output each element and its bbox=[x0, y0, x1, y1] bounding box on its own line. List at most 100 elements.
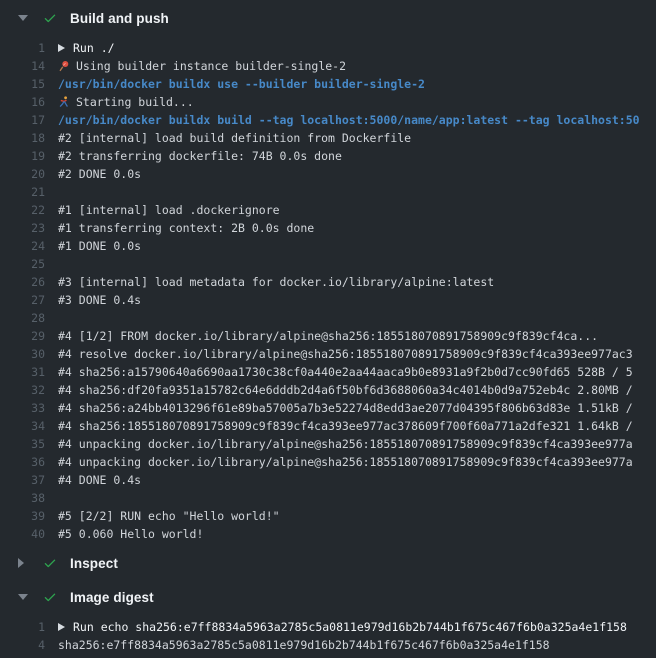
line-number[interactable]: 31 bbox=[0, 365, 45, 379]
line-number[interactable]: 16 bbox=[0, 95, 45, 109]
log-text: sha256:e7ff8834a5963a2785c5a0811e979d16b… bbox=[58, 638, 550, 652]
line-number[interactable]: 27 bbox=[0, 293, 45, 307]
expand-run-icon[interactable] bbox=[58, 623, 65, 631]
log-text: #1 transferring context: 2B 0.0s done bbox=[58, 221, 314, 235]
log-text: Run echo sha256:e7ff8834a5963a2785c5a081… bbox=[73, 620, 627, 634]
log-step: Image digest 1 Run echo sha256:e7ff8834a… bbox=[0, 583, 656, 654]
log-text: #3 [internal] load metadata for docker.i… bbox=[58, 275, 494, 289]
line-number[interactable]: 18 bbox=[0, 131, 45, 145]
step-title: Build and push bbox=[70, 11, 169, 26]
log-line: 33 #4 sha256:a24bb4013296f61e89ba57005a7… bbox=[0, 399, 656, 417]
line-number[interactable]: 35 bbox=[0, 437, 45, 451]
line-number[interactable]: 24 bbox=[0, 239, 45, 253]
line-number[interactable]: 32 bbox=[0, 383, 45, 397]
log-line: 27 #3 DONE 0.4s bbox=[0, 291, 656, 309]
log-text: #4 sha256:185518070891758909c9f839cf4ca3… bbox=[58, 419, 633, 433]
pushpin-icon bbox=[58, 60, 71, 72]
log-line: 23 #1 transferring context: 2B 0.0s done bbox=[0, 219, 656, 237]
log-text: #2 transferring dockerfile: 74B 0.0s don… bbox=[58, 149, 342, 163]
log-line: 16 Starting build... bbox=[0, 93, 656, 111]
line-number[interactable]: 25 bbox=[0, 257, 45, 271]
line-number[interactable]: 20 bbox=[0, 167, 45, 181]
line-number[interactable]: 17 bbox=[0, 113, 45, 127]
log-line: 37 #4 DONE 0.4s bbox=[0, 471, 656, 489]
log-line: 32 #4 sha256:df20fa9351a15782c64e6dddb2d… bbox=[0, 381, 656, 399]
log-line: 35 #4 unpacking docker.io/library/alpine… bbox=[0, 435, 656, 453]
log-line[interactable]: 1 Run echo sha256:e7ff8834a5963a2785c5a0… bbox=[0, 618, 656, 636]
log-text: #4 sha256:df20fa9351a15782c64e6dddb2d4a6… bbox=[58, 383, 633, 397]
line-number[interactable]: 34 bbox=[0, 419, 45, 433]
log-text: #4 sha256:a15790640a6690aa1730c38cf0a440… bbox=[58, 365, 633, 379]
log-text: #4 DONE 0.4s bbox=[58, 473, 141, 487]
actions-log: Build and push 1 Run ./ 14 Using builder… bbox=[0, 4, 656, 654]
chevron-icon[interactable] bbox=[18, 594, 29, 600]
log-line: 40 #5 0.060 Hello world! bbox=[0, 525, 656, 543]
log-line: 34 #4 sha256:185518070891758909c9f839cf4… bbox=[0, 417, 656, 435]
line-number[interactable]: 39 bbox=[0, 509, 45, 523]
log-text: #1 DONE 0.0s bbox=[58, 239, 141, 253]
log-text: #4 sha256:a24bb4013296f61e89ba57005a7b3e… bbox=[58, 401, 633, 415]
log-text: Run ./ bbox=[73, 41, 115, 55]
line-number[interactable]: 1 bbox=[0, 41, 45, 55]
step-title: Image digest bbox=[70, 590, 154, 605]
log-line: 39 #5 [2/2] RUN echo "Hello world!" bbox=[0, 507, 656, 525]
log-line: 28 bbox=[0, 309, 656, 327]
line-number[interactable]: 40 bbox=[0, 527, 45, 541]
log-text: #3 DONE 0.4s bbox=[58, 293, 141, 307]
log-line: 15 /usr/bin/docker buildx use --builder … bbox=[0, 75, 656, 93]
step-header[interactable]: Build and push bbox=[0, 4, 656, 32]
line-number[interactable]: 26 bbox=[0, 275, 45, 289]
log-line: 14 Using builder instance builder-single… bbox=[0, 57, 656, 75]
log-step: Inspect bbox=[0, 549, 656, 577]
line-number[interactable]: 19 bbox=[0, 149, 45, 163]
log-text: /usr/bin/docker buildx build --tag local… bbox=[58, 113, 640, 127]
log-line: 38 bbox=[0, 489, 656, 507]
log-text: #4 unpacking docker.io/library/alpine@sh… bbox=[58, 455, 633, 469]
line-number[interactable]: 33 bbox=[0, 401, 45, 415]
step-log-lines: 1 Run ./ 14 Using builder instance build… bbox=[0, 39, 656, 543]
expand-run-icon[interactable] bbox=[58, 44, 65, 52]
line-number[interactable]: 23 bbox=[0, 221, 45, 235]
success-check-icon bbox=[43, 556, 57, 570]
success-check-icon bbox=[43, 590, 57, 604]
step-header[interactable]: Image digest bbox=[0, 583, 656, 611]
chevron-icon[interactable] bbox=[18, 558, 29, 568]
log-line: 25 bbox=[0, 255, 656, 273]
log-text: Starting build... bbox=[76, 95, 194, 109]
line-number[interactable]: 22 bbox=[0, 203, 45, 217]
line-number[interactable]: 28 bbox=[0, 311, 45, 325]
line-number[interactable]: 36 bbox=[0, 455, 45, 469]
log-text: #5 0.060 Hello world! bbox=[58, 527, 203, 541]
log-text: #2 DONE 0.0s bbox=[58, 167, 141, 181]
log-line: 4 sha256:e7ff8834a5963a2785c5a0811e979d1… bbox=[0, 636, 656, 654]
log-line: 36 #4 unpacking docker.io/library/alpine… bbox=[0, 453, 656, 471]
log-step: Build and push 1 Run ./ 14 Using builder… bbox=[0, 4, 656, 543]
log-line: 24 #1 DONE 0.0s bbox=[0, 237, 656, 255]
log-text: #2 [internal] load build definition from… bbox=[58, 131, 411, 145]
line-number[interactable]: 15 bbox=[0, 77, 45, 91]
step-header[interactable]: Inspect bbox=[0, 549, 656, 577]
log-text: #4 [1/2] FROM docker.io/library/alpine@s… bbox=[58, 329, 598, 343]
line-number[interactable]: 14 bbox=[0, 59, 45, 73]
log-text: #4 resolve docker.io/library/alpine@sha2… bbox=[58, 347, 633, 361]
line-number[interactable]: 21 bbox=[0, 185, 45, 199]
log-line[interactable]: 1 Run ./ bbox=[0, 39, 656, 57]
log-line: 26 #3 [internal] load metadata for docke… bbox=[0, 273, 656, 291]
line-number[interactable]: 29 bbox=[0, 329, 45, 343]
log-text: Using builder instance builder-single-2 bbox=[76, 59, 346, 73]
line-number[interactable]: 37 bbox=[0, 473, 45, 487]
log-text: #1 [internal] load .dockerignore bbox=[58, 203, 280, 217]
log-line: 18 #2 [internal] load build definition f… bbox=[0, 129, 656, 147]
line-number[interactable]: 4 bbox=[0, 638, 45, 652]
line-number[interactable]: 1 bbox=[0, 620, 45, 634]
log-line: 29 #4 [1/2] FROM docker.io/library/alpin… bbox=[0, 327, 656, 345]
line-number[interactable]: 30 bbox=[0, 347, 45, 361]
log-line: 30 #4 resolve docker.io/library/alpine@s… bbox=[0, 345, 656, 363]
line-number[interactable]: 38 bbox=[0, 491, 45, 505]
success-check-icon bbox=[43, 11, 57, 25]
log-text: #4 unpacking docker.io/library/alpine@sh… bbox=[58, 437, 633, 451]
chevron-icon[interactable] bbox=[18, 15, 29, 21]
log-line: 21 bbox=[0, 183, 656, 201]
log-text: #5 [2/2] RUN echo "Hello world!" bbox=[58, 509, 280, 523]
log-line: 17 /usr/bin/docker buildx build --tag lo… bbox=[0, 111, 656, 129]
